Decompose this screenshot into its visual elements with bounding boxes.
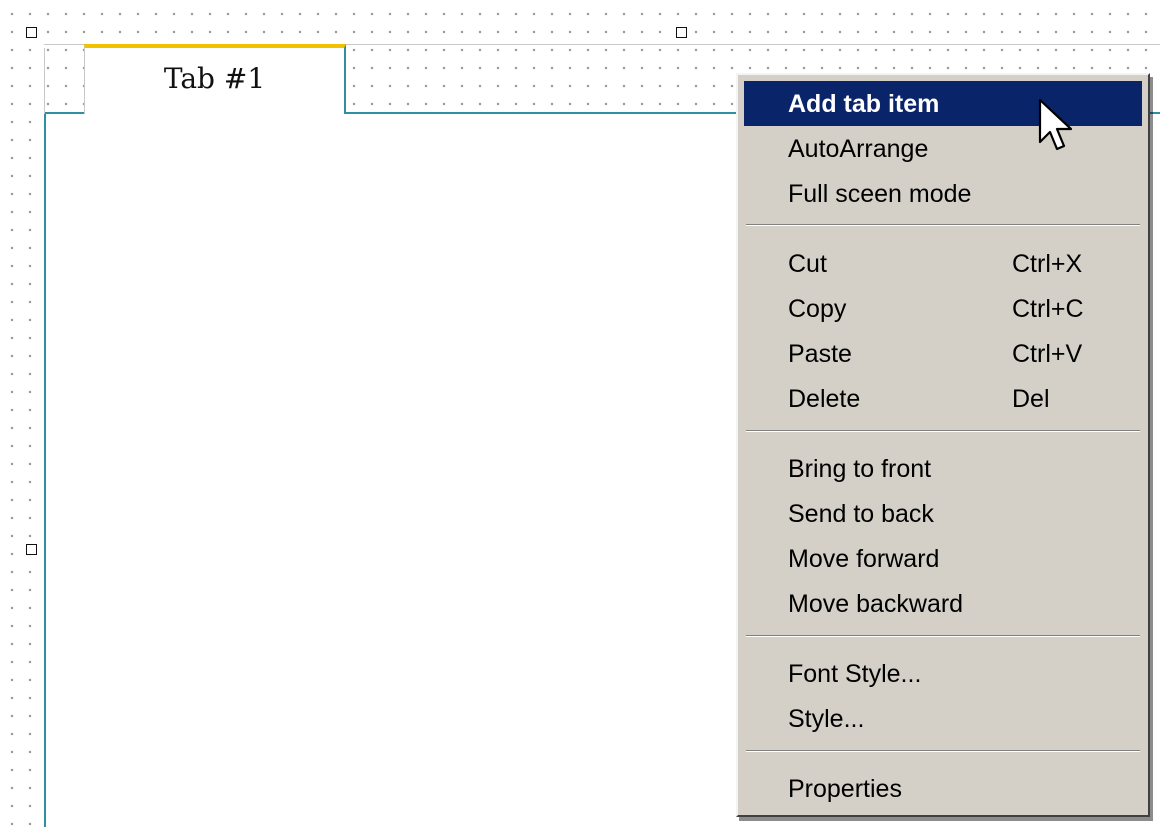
menu-item-label: Paste <box>788 340 852 368</box>
menu-item-label: Full sceen mode <box>788 180 972 208</box>
menu-item-cut[interactable]: Cut Ctrl+X <box>744 241 1142 286</box>
menu-item-label: Bring to front <box>788 455 932 483</box>
context-menu: Add tab item AutoArrange Full sceen mode… <box>736 73 1150 817</box>
menu-item-style[interactable]: Style... <box>744 696 1142 741</box>
menu-separator <box>746 635 1140 637</box>
menu-item-delete[interactable]: Delete Del <box>744 376 1142 421</box>
menu-item-label: AutoArrange <box>788 135 929 163</box>
menu-item-move-forward[interactable]: Move forward <box>744 536 1142 581</box>
tab-1[interactable]: Tab #1 <box>44 44 346 114</box>
menu-item-label: Properties <box>788 775 902 803</box>
mouse-pointer-icon <box>1038 98 1073 151</box>
menu-item-send-to-back[interactable]: Send to back <box>744 491 1142 536</box>
menu-item-label: Move forward <box>788 545 940 573</box>
menu-item-full-screen-mode[interactable]: Full sceen mode <box>744 171 1142 216</box>
menu-item-copy[interactable]: Copy Ctrl+C <box>744 286 1142 331</box>
menu-item-font-style[interactable]: Font Style... <box>744 651 1142 696</box>
menu-separator <box>746 430 1140 432</box>
menu-item-label: Send to back <box>788 500 934 528</box>
selection-handle-icon[interactable] <box>676 27 687 38</box>
menu-item-bring-to-front[interactable]: Bring to front <box>744 446 1142 491</box>
menu-item-properties[interactable]: Properties <box>744 766 1142 811</box>
menu-item-shortcut: Ctrl+V <box>1012 340 1083 368</box>
menu-separator <box>746 224 1140 226</box>
menu-item-label: Move backward <box>788 590 964 618</box>
tab-label: Tab #1 <box>163 62 266 95</box>
menu-item-move-backward[interactable]: Move backward <box>744 581 1142 626</box>
menu-item-label: Add tab item <box>788 90 940 118</box>
menu-item-label: Copy <box>788 295 847 323</box>
menu-item-label: Style... <box>788 705 865 733</box>
menu-item-label: Delete <box>788 385 861 413</box>
selection-handle-icon[interactable] <box>26 27 37 38</box>
menu-item-shortcut: Ctrl+C <box>1012 295 1084 323</box>
menu-item-label: Cut <box>788 250 827 278</box>
menu-item-label: Font Style... <box>788 660 922 688</box>
menu-item-autoarrange[interactable]: AutoArrange <box>744 126 1142 171</box>
menu-item-add-tab-item[interactable]: Add tab item <box>744 81 1142 126</box>
menu-item-shortcut: Del <box>1012 385 1050 413</box>
menu-item-shortcut: Ctrl+X <box>1012 250 1083 278</box>
selection-handle-icon[interactable] <box>26 544 37 555</box>
menu-item-paste[interactable]: Paste Ctrl+V <box>744 331 1142 376</box>
menu-separator <box>746 750 1140 752</box>
